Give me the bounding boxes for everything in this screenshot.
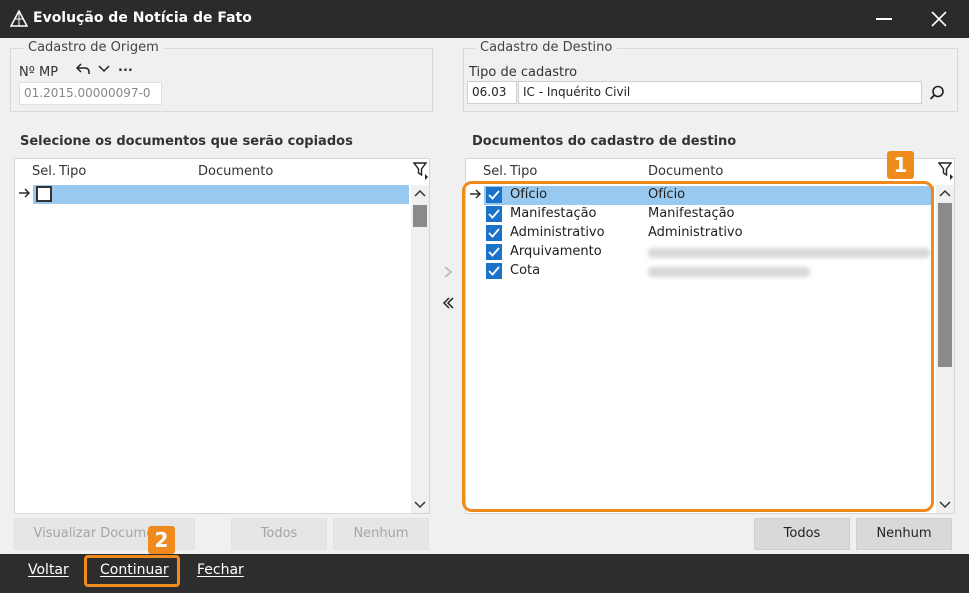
scroll-thumb[interactable] bbox=[413, 205, 427, 227]
app-logo-icon bbox=[10, 10, 28, 27]
source-documents-grid: Sel. Tipo Documento bbox=[14, 158, 430, 514]
left-scrollbar[interactable] bbox=[411, 185, 429, 513]
move-all-left-icon[interactable] bbox=[441, 296, 455, 310]
mp-number-field[interactable]: 01.2015.00000097-0 bbox=[19, 82, 162, 105]
scroll-up-icon[interactable] bbox=[414, 189, 426, 199]
filter-icon[interactable] bbox=[413, 162, 429, 180]
scroll-down-icon[interactable] bbox=[939, 499, 951, 509]
chevron-down-icon[interactable] bbox=[98, 65, 110, 73]
right-todos-button[interactable]: Todos bbox=[754, 518, 850, 550]
annotation-highlight-2 bbox=[84, 555, 180, 587]
minimize-button[interactable] bbox=[876, 18, 892, 20]
annotation-highlight-1 bbox=[462, 181, 934, 512]
col-tipo-header: Tipo bbox=[59, 164, 87, 179]
row-checkbox[interactable] bbox=[36, 186, 52, 202]
tipo-code-field[interactable]: 06.03 bbox=[467, 81, 517, 104]
origem-legend: Cadastro de Origem bbox=[23, 40, 164, 55]
annotation-badge-2: 2 bbox=[148, 526, 175, 554]
annotation-badge-1: 1 bbox=[887, 151, 914, 179]
right-scrollbar[interactable] bbox=[936, 185, 954, 513]
grid-header: Sel. Tipo Documento bbox=[15, 159, 429, 183]
row-selection-highlight bbox=[33, 185, 409, 204]
scroll-up-icon[interactable] bbox=[939, 189, 951, 199]
tipo-desc-field[interactable]: IC - Inquérito Civil bbox=[518, 81, 922, 104]
destino-legend: Cadastro de Destino bbox=[475, 40, 618, 55]
search-icon[interactable] bbox=[929, 85, 945, 101]
col-tipo-header: Tipo bbox=[510, 164, 538, 179]
scroll-thumb[interactable] bbox=[938, 203, 952, 367]
scroll-down-icon[interactable] bbox=[414, 499, 426, 509]
left-nenhum-button[interactable]: Nenhum bbox=[333, 518, 429, 550]
close-button[interactable] bbox=[930, 10, 948, 28]
title-bar: Evolução de Notícia de Fato bbox=[0, 0, 969, 38]
more-options-button[interactable]: ... bbox=[118, 60, 133, 75]
fechar-button[interactable]: Fechar bbox=[197, 562, 244, 578]
grid-header: Sel. Tipo Documento bbox=[466, 159, 954, 183]
current-row-arrow-icon bbox=[19, 188, 30, 198]
table-row[interactable] bbox=[15, 185, 409, 204]
col-documento-header: Documento bbox=[648, 164, 724, 179]
window-title: Evolução de Notícia de Fato bbox=[33, 10, 252, 26]
filter-icon[interactable] bbox=[938, 162, 954, 180]
col-documento-header: Documento bbox=[198, 164, 274, 179]
left-panel-title: Selecione os documentos que serão copiad… bbox=[20, 134, 353, 149]
voltar-button[interactable]: Voltar bbox=[28, 562, 69, 578]
mp-label: Nº MP bbox=[19, 65, 59, 80]
right-nenhum-button[interactable]: Nenhum bbox=[856, 518, 952, 550]
tipo-cadastro-label: Tipo de cadastro bbox=[469, 65, 578, 80]
move-right-icon[interactable] bbox=[441, 265, 455, 279]
left-todos-button[interactable]: Todos bbox=[231, 518, 327, 550]
right-panel-title: Documentos do cadastro de destino bbox=[472, 134, 737, 149]
col-sel-header: Sel. bbox=[32, 164, 56, 179]
undo-icon[interactable] bbox=[76, 63, 90, 75]
col-sel-header: Sel. bbox=[483, 164, 507, 179]
